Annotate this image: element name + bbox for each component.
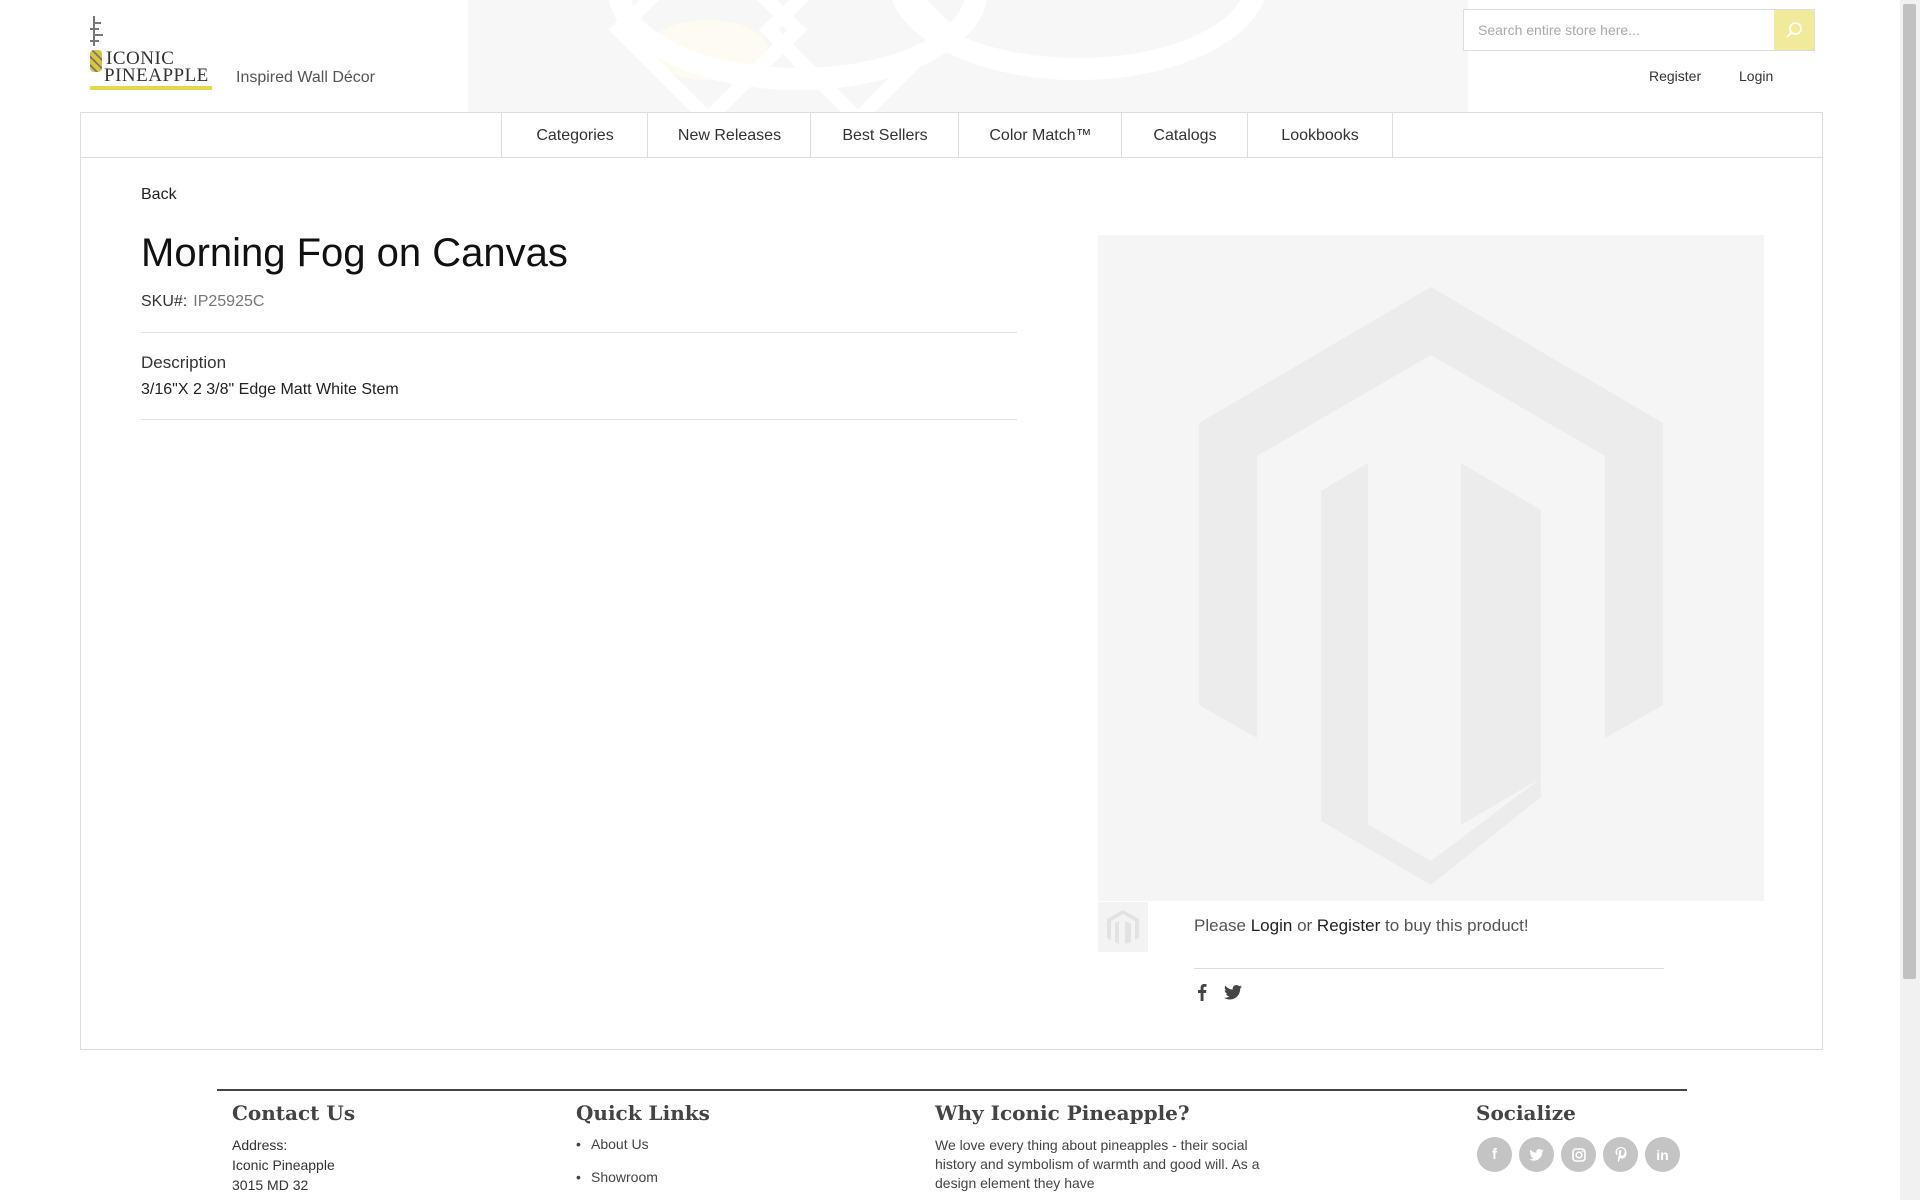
social-pinterest-button[interactable] xyxy=(1603,1137,1638,1172)
divider xyxy=(1194,968,1664,969)
divider xyxy=(141,419,1017,420)
logo-text-line2: PINEAPPLE xyxy=(104,65,209,86)
buy-message-or: or xyxy=(1297,916,1313,935)
social-instagram-button[interactable] xyxy=(1561,1137,1596,1172)
divider xyxy=(141,332,1017,333)
nav-item-color-match[interactable]: Color Match™ xyxy=(958,113,1122,158)
sku-value: IP25925C xyxy=(193,293,265,310)
magento-placeholder-icon xyxy=(1199,287,1663,885)
footer-link-about-us[interactable]: About Us xyxy=(576,1136,648,1152)
site-logo[interactable]: ICONIC PINEAPPLE xyxy=(90,14,214,90)
footer-link-showroom[interactable]: Showroom xyxy=(576,1169,658,1185)
product-image-placeholder[interactable] xyxy=(1098,235,1764,901)
why-iconic-pineapple-text: We love every thing about pineapples - t… xyxy=(935,1137,1260,1191)
quick-links-heading: Quick Links xyxy=(576,1101,710,1125)
footer-divider xyxy=(217,1089,1687,1091)
buy-message-suffix: to buy this product! xyxy=(1384,916,1529,935)
nav-item-catalogs[interactable]: Catalogs xyxy=(1121,113,1248,158)
login-link[interactable]: Login xyxy=(1739,68,1773,84)
purchase-login-message: Please Login or Register to buy this pro… xyxy=(1194,916,1529,936)
socialize-heading: Socialize xyxy=(1476,1101,1576,1125)
main-content: Categories New Releases Best Sellers Col… xyxy=(80,112,1823,1050)
nav-item-lookbooks[interactable]: Lookbooks xyxy=(1247,113,1393,158)
magento-placeholder-icon xyxy=(1107,910,1139,944)
buy-message-prefix: Please xyxy=(1194,916,1246,935)
search-button[interactable] xyxy=(1774,10,1814,50)
header-decorative-pattern xyxy=(468,0,1468,112)
page-scrollbar[interactable] xyxy=(1900,0,1920,1200)
product-thumbnail[interactable] xyxy=(1098,902,1148,952)
pinterest-icon xyxy=(1615,1147,1626,1162)
nav-item-best-sellers[interactable]: Best Sellers xyxy=(810,113,959,158)
search-form xyxy=(1463,9,1815,51)
address-line-1: Iconic Pineapple xyxy=(232,1157,335,1173)
social-facebook-button[interactable]: f xyxy=(1477,1137,1512,1172)
scrollbar-thumb[interactable] xyxy=(1903,4,1916,979)
main-navigation: Categories New Releases Best Sellers Col… xyxy=(81,113,1822,158)
facebook-icon xyxy=(1198,984,1207,1001)
buy-login-link[interactable]: Login xyxy=(1251,916,1293,935)
search-icon xyxy=(1786,22,1802,38)
product-title: Morning Fog on Canvas xyxy=(141,231,568,275)
pineapple-fruit-icon xyxy=(90,50,102,72)
twitter-icon xyxy=(1529,1148,1544,1161)
nav-item-categories[interactable]: Categories xyxy=(501,113,648,158)
site-header: ICONIC PINEAPPLE Inspired Wall Décor Reg… xyxy=(0,0,1900,112)
register-link[interactable]: Register xyxy=(1649,68,1701,84)
facebook-icon: f xyxy=(1492,1146,1497,1163)
nav-item-new-releases[interactable]: New Releases xyxy=(647,113,811,158)
description-heading: Description xyxy=(141,353,227,372)
twitter-icon xyxy=(1224,984,1242,999)
address-line-2: 3015 MD 32 xyxy=(232,1177,309,1193)
product-sku: SKU#: IP25925C xyxy=(141,293,264,311)
sku-label: SKU#: xyxy=(141,293,188,310)
pineapple-icon xyxy=(90,14,104,84)
address-label: Address: xyxy=(232,1137,288,1153)
site-tagline: Inspired Wall Décor xyxy=(236,69,376,86)
buy-register-link[interactable]: Register xyxy=(1317,916,1380,935)
search-input[interactable] xyxy=(1464,10,1774,50)
share-twitter-button[interactable] xyxy=(1223,982,1243,1002)
share-facebook-button[interactable] xyxy=(1192,982,1212,1002)
linkedin-icon: in xyxy=(1656,1146,1669,1163)
back-link[interactable]: Back xyxy=(141,186,177,204)
why-iconic-pineapple-heading: Why Iconic Pineapple? xyxy=(935,1101,1190,1125)
description-text: 3/16"X 2 3/8" Edge Matt White Stem xyxy=(141,381,399,398)
contact-us-heading: Contact Us xyxy=(232,1101,356,1125)
social-linkedin-button[interactable]: in xyxy=(1645,1137,1680,1172)
instagram-icon xyxy=(1571,1147,1586,1162)
logo-underline xyxy=(90,86,212,90)
social-twitter-button[interactable] xyxy=(1519,1137,1554,1172)
